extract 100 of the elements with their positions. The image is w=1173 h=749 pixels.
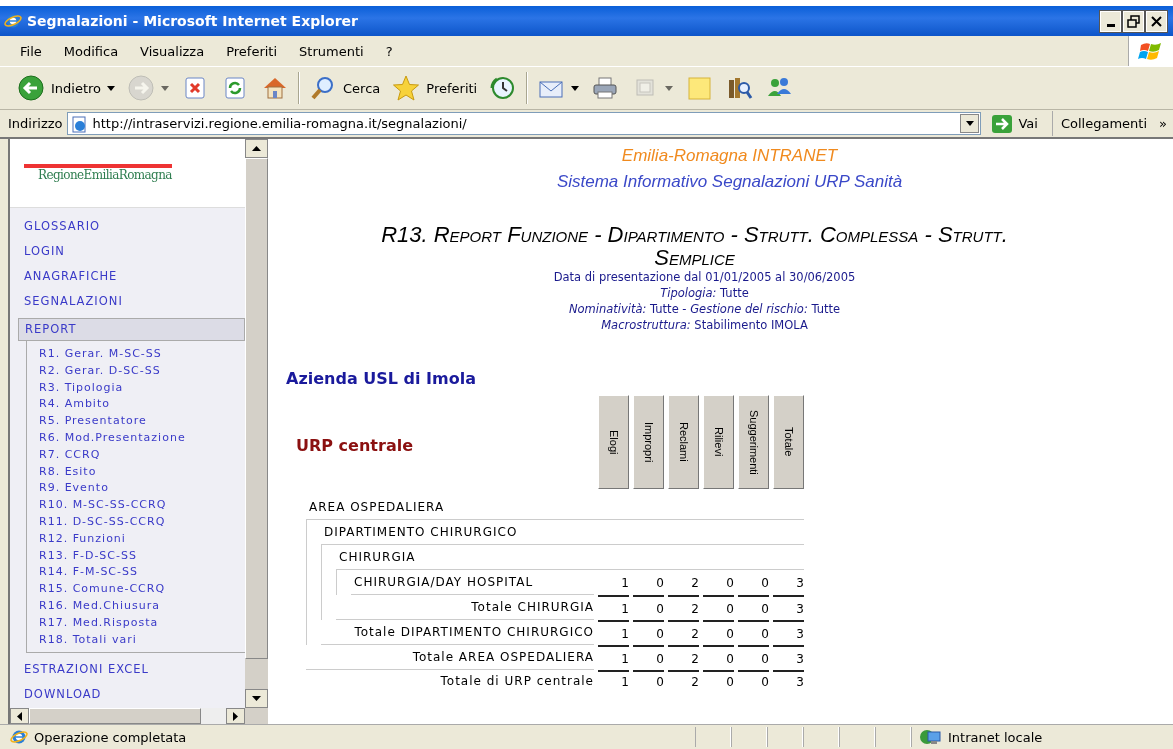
sidebar-item[interactable]: ANAGRAFICHE	[10, 264, 245, 289]
submenu-item[interactable]: R1. Gerar. M-SC-SS	[39, 346, 245, 363]
submenu-item[interactable]: R16. Med.Chiusura	[39, 597, 245, 615]
star-icon	[392, 74, 421, 102]
close-icon	[1150, 14, 1163, 28]
right-arrow-icon	[233, 711, 238, 721]
office-name: URP centrale	[296, 435, 414, 455]
table-cell-text: 3	[795, 574, 804, 592]
table-cell: 0	[633, 620, 664, 645]
submenu-item[interactable]: R10. M-SC-SS-CCRQ	[39, 497, 245, 514]
submenu-item[interactable]: R8. Esito	[39, 463, 245, 481]
dropdown-button[interactable]	[960, 114, 980, 133]
up-arrow-icon	[252, 146, 261, 151]
menu-item[interactable]: File	[12, 41, 50, 61]
go-button[interactable]: Vai	[985, 113, 1048, 134]
minimize-icon	[1106, 23, 1115, 27]
close-button[interactable]	[1146, 10, 1167, 32]
minimize-button[interactable]	[1100, 10, 1121, 32]
links-button[interactable]: Collegamenti	[1060, 116, 1148, 131]
submenu-item[interactable]: R13. F-D-SC-SS	[39, 547, 245, 565]
table-cell: 3	[773, 595, 804, 620]
menu-item[interactable]: Strumenti	[291, 41, 372, 61]
table-cell: 0	[738, 670, 769, 692]
filter-line: Macrostruttura: Stabilimento IMOLA	[600, 317, 809, 333]
system-title: Sistema Informativo Segnalazioni URP Sanità	[555, 171, 904, 193]
group-label: CHIRURGIA	[336, 545, 804, 570]
sidebar-item[interactable]: SEGNALAZIONI	[10, 289, 245, 314]
table-cell: 0	[703, 595, 734, 620]
site-brand: Emilia-Romagna INTRANET	[620, 145, 839, 167]
menu-item[interactable]: Preferiti	[218, 41, 286, 61]
submenu-item[interactable]: R15. Comune-CCRQ	[39, 581, 245, 598]
table-cell: 2	[668, 645, 699, 670]
address-field[interactable]: http://intraservizi.regione.emilia-romagna.it/segnalazioni/	[66, 112, 982, 135]
group-label: DIPARTIMENTO CHIRURGICO	[321, 520, 804, 545]
search-button[interactable]: Cerca	[306, 72, 384, 104]
table-cell: 2	[668, 620, 699, 645]
table-cell: 1	[598, 645, 629, 670]
company-name: Azienda USL di Imola	[286, 369, 477, 389]
arrow-right-icon	[991, 113, 1014, 134]
submenu-item[interactable]: R4. Ambito	[39, 396, 245, 414]
horizontal-scrollbar[interactable]	[8, 708, 268, 724]
table-cell-text: 0	[655, 574, 664, 592]
filter-line: Data di presentazione dal 01/01/2005 al 30/06/2005	[552, 269, 857, 285]
table-cell: 3	[773, 670, 804, 692]
vertical-scrollbar[interactable]	[245, 139, 268, 708]
menu-item[interactable]: ?	[377, 41, 401, 61]
submenu-item[interactable]: R6. Mod.Presentazione	[39, 430, 245, 447]
zone-label: Intranet locale	[948, 729, 1043, 745]
sidebar-item[interactable]: DOWNLOAD	[10, 682, 245, 708]
submenu-item[interactable]: R5. Presentatore	[39, 413, 245, 430]
back-button[interactable]: Indietro	[14, 72, 119, 104]
column-header[interactable]: Rilievi	[703, 395, 734, 489]
more-button[interactable]: »	[1159, 116, 1167, 131]
address-label: Indirizzo	[8, 116, 63, 131]
restore-button[interactable]	[1123, 10, 1144, 32]
table-cell: 0	[738, 645, 769, 670]
status-text: Operazione completata	[34, 729, 187, 745]
row-label: CHIRURGIA/DAY HOSPITAL	[351, 570, 594, 595]
submenu-item[interactable]: R12. Funzioni	[39, 530, 245, 548]
submenu-item[interactable]: R17. Med.Risposta	[39, 614, 245, 632]
submenu-item[interactable]: R14. F-M-SC-SS	[39, 564, 245, 582]
column-header[interactable]: Totale	[773, 395, 804, 489]
column-header[interactable]: Impropri	[633, 395, 664, 489]
submenu-item[interactable]: R18. Totali vari	[39, 631, 245, 649]
table-cell: 1	[598, 670, 629, 692]
table-cell: 0	[703, 620, 734, 645]
submenu-item[interactable]: R11. D-SC-SS-CCRQ	[39, 513, 245, 531]
submenu-item[interactable]: R7. CCRQ	[39, 446, 245, 464]
submenu-item[interactable]: R3. Tipologia	[39, 379, 245, 397]
table-cell: 0	[703, 645, 734, 670]
browser-logo-icon	[4, 12, 22, 30]
table-cell-text: 0	[760, 574, 769, 592]
column-header[interactable]: Elogi	[598, 395, 629, 489]
table-cell: 0	[703, 670, 734, 692]
status-pane	[875, 727, 911, 747]
caret-icon	[107, 85, 116, 91]
table-cell-text: 2	[690, 574, 699, 592]
submenu-item[interactable]: R9. Evento	[39, 480, 245, 498]
report-title: R13. Report Funzione - Dipartimento - Strutt. Complessa - Strutt. Semplice	[380, 223, 1009, 269]
column-header[interactable]: Suggerimenti	[738, 395, 769, 489]
table-cell: 1	[598, 620, 629, 645]
caret-icon	[665, 85, 674, 91]
total-label: Totale di URP centrale	[439, 673, 594, 690]
sidebar-item[interactable]: ESTRAZIONI EXCEL	[10, 657, 245, 683]
printer-icon	[591, 74, 620, 102]
column-header[interactable]: Reclami	[668, 395, 699, 489]
submenu-item[interactable]: R2. Gerar. D-SC-SS	[39, 362, 245, 380]
table-cell: 3	[773, 645, 804, 670]
menu-item[interactable]: Visualizza	[132, 41, 213, 61]
table-cell: 0	[633, 645, 664, 670]
table-cell: 0	[738, 595, 769, 620]
menu-item[interactable]: Modifica	[55, 41, 127, 61]
status-pane	[731, 727, 767, 747]
filter-line: Nominatività: Tutte - Gestione del rischio: Tutte	[567, 301, 842, 317]
sidebar-item[interactable]: GLOSSARIO	[10, 214, 245, 239]
sidebar-item[interactable]: REPORT	[18, 318, 245, 341]
sidebar-item[interactable]: LOGIN	[10, 239, 245, 264]
filter-line: Tipologia: Tutte	[659, 285, 750, 301]
table-cell: 0	[633, 670, 664, 692]
favorites-button[interactable]: Preferiti	[389, 72, 481, 104]
